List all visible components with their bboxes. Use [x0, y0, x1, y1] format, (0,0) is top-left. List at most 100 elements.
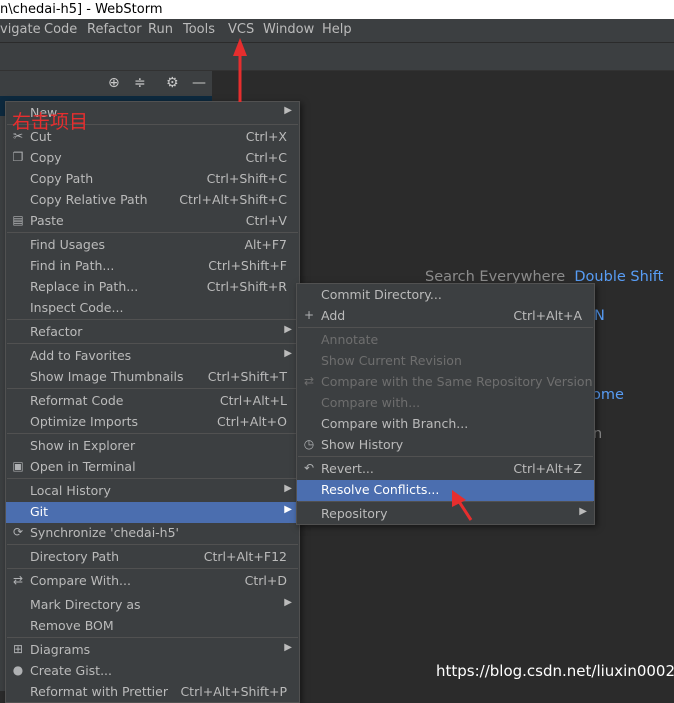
- menu-item-label: Compare with...: [321, 395, 421, 410]
- menu-item-optimize-imports[interactable]: Optimize Imports Ctrl+Alt+O: [6, 412, 299, 433]
- menu-item-label: Compare with Branch...: [321, 416, 469, 431]
- menu-item-paste[interactable]: ▤ Paste Ctrl+V: [6, 211, 299, 232]
- sync-icon: ⟳: [12, 525, 24, 539]
- menu-item-inspect-code[interactable]: Inspect Code...: [6, 298, 299, 319]
- menu-item-find-usages[interactable]: Find Usages Alt+F7: [6, 235, 299, 256]
- menu-item-remove-bom[interactable]: Remove BOM: [6, 616, 299, 637]
- menu-item-compare-with[interactable]: Compare with...: [297, 393, 594, 414]
- menu-item-find-in-path[interactable]: Find in Path... Ctrl+Shift+F: [6, 256, 299, 277]
- menu-run[interactable]: Run: [148, 22, 173, 37]
- menu-item-create-gist[interactable]: ● Create Gist...: [6, 661, 299, 682]
- menu-item-diagrams[interactable]: ⊞ Diagrams ▶: [6, 640, 299, 661]
- hint-partial-n: N: [594, 308, 605, 324]
- menu-item-shortcut: Ctrl+C: [245, 150, 287, 165]
- menu-separator: [298, 327, 593, 328]
- menu-item-compare-with-branch[interactable]: Compare with Branch...: [297, 414, 594, 435]
- menu-item-shortcut: Ctrl+Shift+R: [206, 279, 287, 294]
- menu-item-shortcut: Ctrl+Alt+L: [219, 393, 287, 408]
- menu-separator: [7, 478, 298, 479]
- menu-item-shortcut: Ctrl+Alt+F12: [203, 549, 287, 564]
- menu-separator: [7, 433, 298, 434]
- menu-item-compare-with[interactable]: ⇄ Compare With... Ctrl+D: [6, 571, 299, 592]
- menu-item-add-to-favorites[interactable]: Add to Favorites ▶: [6, 346, 299, 367]
- menu-item-reformat-code[interactable]: Reformat Code Ctrl+Alt+L: [6, 391, 299, 412]
- menu-item-label: Find in Path...: [30, 258, 115, 273]
- menu-item-git[interactable]: Git ▶: [6, 502, 299, 523]
- submenu-arrow-icon: ▶: [284, 504, 292, 515]
- menu-separator: [7, 232, 298, 233]
- hint-partial-ome: ome: [592, 387, 624, 403]
- menu-tools[interactable]: Tools: [183, 22, 215, 37]
- menu-item-show-current-revision[interactable]: Show Current Revision: [297, 351, 594, 372]
- menu-separator: [7, 388, 298, 389]
- menu-item-revert[interactable]: ↶ Revert... Ctrl+Alt+Z: [297, 459, 594, 480]
- menu-separator: [7, 544, 298, 545]
- menu-item-show-in-explorer[interactable]: Show in Explorer: [6, 436, 299, 457]
- menu-item-compare-with-the-same-repository-version[interactable]: ⇄ Compare with the Same Repository Versio…: [297, 372, 594, 393]
- menu-item-shortcut: Ctrl+Shift+F: [208, 258, 287, 273]
- menu-item-label: Directory Path: [30, 549, 120, 564]
- menu-item-shortcut: Ctrl+Shift+T: [207, 369, 287, 384]
- menu-separator: [7, 568, 298, 569]
- menu-separator: [7, 637, 298, 638]
- menu-item-label: Replace in Path...: [30, 279, 139, 294]
- annotation-label: 右击项目: [12, 111, 89, 133]
- revert-icon: ↶: [303, 461, 315, 475]
- collapse-icon[interactable]: ≑: [134, 75, 146, 91]
- menu-item-mark-directory-as[interactable]: Mark Directory as ▶: [6, 595, 299, 616]
- menu-code[interactable]: Code: [44, 22, 77, 37]
- menu-item-local-history[interactable]: Local History ▶: [6, 481, 299, 502]
- menu-item-label: Reformat Code: [30, 393, 124, 408]
- menu-item-commit-directory[interactable]: Commit Directory...: [297, 285, 594, 306]
- submenu-arrow-icon: ▶: [579, 506, 587, 517]
- clipboard-icon: ▤: [12, 213, 24, 227]
- menu-item-label: Mark Directory as: [30, 597, 141, 612]
- menu-item-shortcut: Ctrl+Alt+O: [217, 414, 287, 429]
- menu-item-directory-path[interactable]: Directory Path Ctrl+Alt+F12: [6, 547, 299, 568]
- menu-item-label: Revert...: [321, 461, 374, 476]
- menu-item-reformat-with-prettier[interactable]: Reformat with Prettier Ctrl+Alt+Shift+P: [6, 682, 299, 703]
- menu-item-copy[interactable]: ❐ Copy Ctrl+C: [6, 148, 299, 169]
- menu-vcs[interactable]: VCS: [228, 22, 254, 37]
- menu-item-label: Show Image Thumbnails: [30, 369, 184, 384]
- menu-item-resolve-conflicts[interactable]: Resolve Conflicts...: [297, 480, 594, 501]
- menu-window[interactable]: Window: [263, 22, 314, 37]
- locate-icon[interactable]: ⊕: [108, 75, 120, 91]
- menu-item-label: Git: [30, 504, 49, 519]
- menu-item-shortcut: Ctrl+Alt+Shift+C: [179, 192, 287, 207]
- menu-item-synchronize-chedai-h5[interactable]: ⟳ Synchronize 'chedai-h5': [6, 523, 299, 544]
- gear-icon[interactable]: ⚙: [166, 75, 179, 91]
- menu-help[interactable]: Help: [322, 22, 352, 37]
- menu-item-open-in-terminal[interactable]: ▣ Open in Terminal: [6, 457, 299, 478]
- menu-item-shortcut: Ctrl+D: [244, 573, 287, 588]
- menu-item-shortcut: Alt+F7: [244, 237, 287, 252]
- submenu-arrow-icon: ▶: [284, 642, 292, 653]
- git-submenu: Commit Directory... + Add Ctrl+Alt+A Annotat…: [296, 283, 595, 525]
- project-context-menu: New ▶ ✂ Cut Ctrl+X ❐ Copy Ctrl+C Copy Path Ctrl+S…: [5, 101, 300, 703]
- menu-navigate[interactable]: vigate: [0, 22, 41, 37]
- menu-item-add[interactable]: + Add Ctrl+Alt+A: [297, 306, 594, 327]
- hide-icon[interactable]: —: [192, 75, 206, 91]
- menu-item-label: Inspect Code...: [30, 300, 124, 315]
- menu-item-show-history[interactable]: ◷ Show History: [297, 435, 594, 456]
- menu-item-label: Paste: [30, 213, 64, 228]
- menu-separator: [7, 343, 298, 344]
- menu-item-annotate[interactable]: Annotate: [297, 330, 594, 351]
- plus-icon: +: [303, 308, 315, 322]
- menu-item-label: Diagrams: [30, 642, 91, 657]
- menu-item-repository[interactable]: Repository ▶: [297, 504, 594, 525]
- menu-separator: [298, 456, 593, 457]
- menu-item-refactor[interactable]: Refactor ▶: [6, 322, 299, 343]
- menu-item-label: Find Usages: [30, 237, 106, 252]
- menu-item-label: Compare with the Same Repository Version: [321, 374, 593, 389]
- menu-item-copy-path[interactable]: Copy Path Ctrl+Shift+C: [6, 169, 299, 190]
- menu-item-replace-in-path[interactable]: Replace in Path... Ctrl+Shift+R: [6, 277, 299, 298]
- menu-item-show-image-thumbnails[interactable]: Show Image Thumbnails Ctrl+Shift+T: [6, 367, 299, 388]
- menu-item-label: Optimize Imports: [30, 414, 139, 429]
- compare-icon: ⇄: [12, 573, 24, 587]
- menu-item-copy-relative-path[interactable]: Copy Relative Path Ctrl+Alt+Shift+C: [6, 190, 299, 211]
- menu-refactor[interactable]: Refactor: [87, 22, 142, 37]
- menu-item-label: Open in Terminal: [30, 459, 136, 474]
- copy-icon: ❐: [12, 150, 24, 164]
- submenu-arrow-icon: ▶: [284, 483, 292, 494]
